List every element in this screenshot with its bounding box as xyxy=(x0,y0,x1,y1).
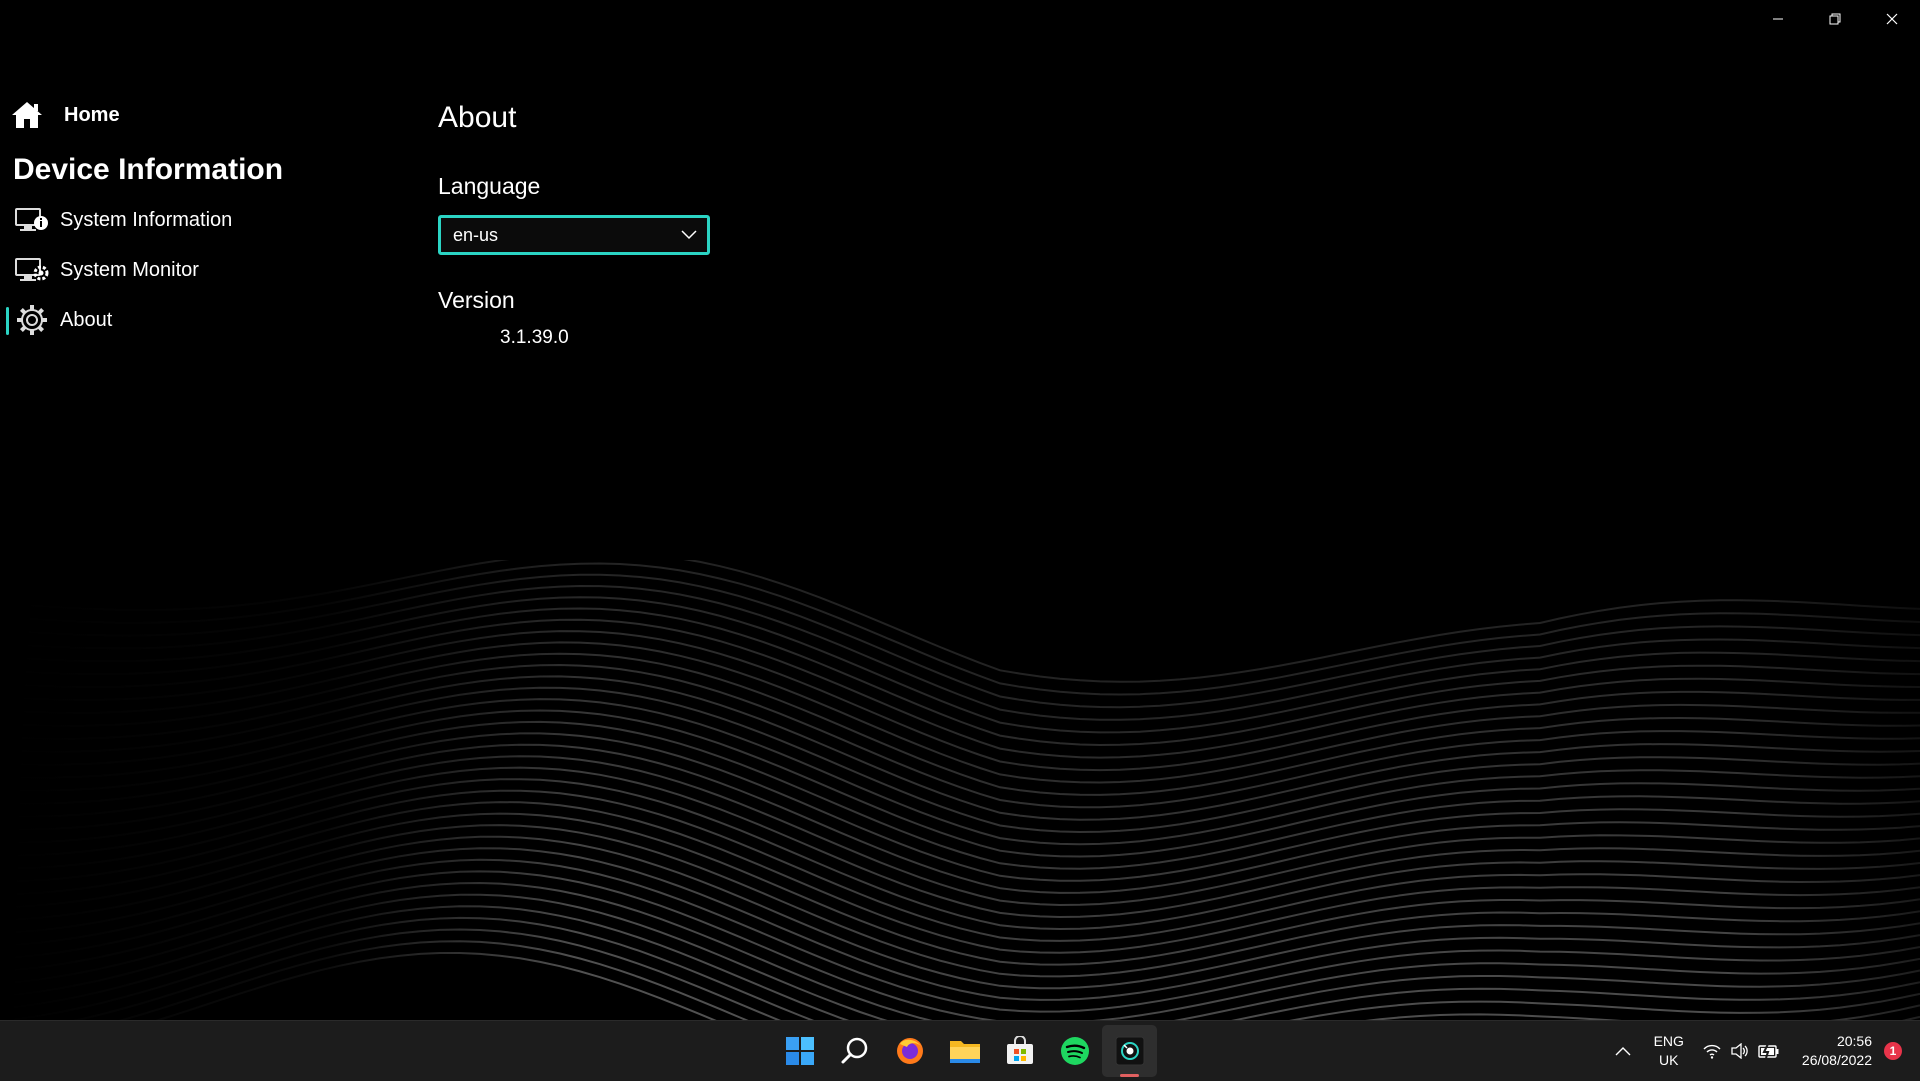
taskbar-apps xyxy=(772,1021,1157,1081)
sidebar-item-label: System Monitor xyxy=(60,258,199,281)
gear-icon xyxy=(15,303,49,337)
main-content: About Language en-us Version 3.1.39.0 xyxy=(438,95,710,349)
sidebar-item-system-monitor[interactable]: System Monitor xyxy=(0,245,420,295)
chevron-down-icon xyxy=(681,230,697,240)
sidebar-item-label: About xyxy=(60,308,113,331)
clock[interactable]: 20:56 26/08/2022 xyxy=(1802,1032,1872,1070)
wifi-icon xyxy=(1703,1044,1721,1059)
keyboard-region: UK xyxy=(1659,1052,1679,1068)
volume-button[interactable] xyxy=(1726,1043,1754,1059)
search-icon xyxy=(841,1037,867,1064)
device-information-app-icon xyxy=(1115,1036,1144,1066)
wave-background xyxy=(0,560,1920,1020)
clock-date: 26/08/2022 xyxy=(1801,1052,1872,1068)
language-select[interactable]: en-us xyxy=(438,215,710,255)
version-value: 3.1.39.0 xyxy=(500,327,569,348)
network-button[interactable] xyxy=(1698,1043,1726,1059)
close-button[interactable] xyxy=(1863,0,1920,38)
windows-start-icon xyxy=(785,1037,814,1065)
system-tray: ENG UK 20:56 26/08/2022 1 xyxy=(1610,1021,1920,1081)
page-title: About xyxy=(438,101,517,134)
restore-button[interactable] xyxy=(1806,0,1863,38)
sidebar-item-system-information[interactable]: System Information xyxy=(0,195,420,245)
file-explorer-icon xyxy=(949,1041,980,1063)
clock-time: 20:56 xyxy=(1836,1033,1872,1049)
caption-buttons xyxy=(1749,0,1920,38)
spotify-button[interactable] xyxy=(1047,1025,1102,1077)
version-label: Version xyxy=(438,287,515,313)
minimize-icon xyxy=(1772,18,1783,20)
taskbar: ENG UK 20:56 26/08/2022 1 xyxy=(0,1020,1920,1081)
firefox-icon xyxy=(896,1038,923,1064)
home-button[interactable]: Home xyxy=(0,95,420,135)
sidebar-item-label: System Information xyxy=(60,208,233,231)
microsoft-store-icon xyxy=(1006,1036,1033,1064)
notification-badge[interactable]: 1 xyxy=(1884,1042,1902,1060)
home-label: Home xyxy=(64,103,120,126)
sidebar-item-about[interactable]: About xyxy=(0,295,420,345)
chevron-up-icon xyxy=(1615,1047,1631,1056)
spotify-icon xyxy=(1060,1037,1089,1065)
sidebar: Home Device Information System Informati… xyxy=(0,95,420,345)
firefox-button[interactable] xyxy=(882,1025,937,1077)
battery-charging-icon xyxy=(1758,1043,1779,1059)
close-icon xyxy=(1886,13,1897,25)
monitor-gear-icon xyxy=(15,253,49,287)
file-explorer-button[interactable] xyxy=(937,1025,992,1077)
battery-button[interactable] xyxy=(1754,1043,1784,1059)
language-label: Language xyxy=(438,173,541,199)
restore-icon xyxy=(1829,13,1840,25)
minimize-button[interactable] xyxy=(1749,0,1806,38)
show-hidden-icons-button[interactable] xyxy=(1610,1046,1636,1056)
monitor-info-icon xyxy=(15,203,49,237)
app-window: Home Device Information System Informati… xyxy=(0,0,1920,1020)
wave-fade-overlay xyxy=(0,560,1920,1020)
microsoft-store-button[interactable] xyxy=(992,1025,1047,1077)
language-code: ENG xyxy=(1653,1033,1684,1049)
search-button[interactable] xyxy=(827,1025,882,1077)
device-information-app-button[interactable] xyxy=(1102,1025,1157,1077)
language-select-value: en-us xyxy=(453,224,499,245)
start-button[interactable] xyxy=(772,1025,827,1077)
speaker-icon xyxy=(1731,1043,1748,1059)
sidebar-section-title: Device Information xyxy=(13,153,284,186)
home-icon xyxy=(12,102,42,128)
input-language-indicator[interactable]: ENG UK xyxy=(1654,1032,1684,1070)
